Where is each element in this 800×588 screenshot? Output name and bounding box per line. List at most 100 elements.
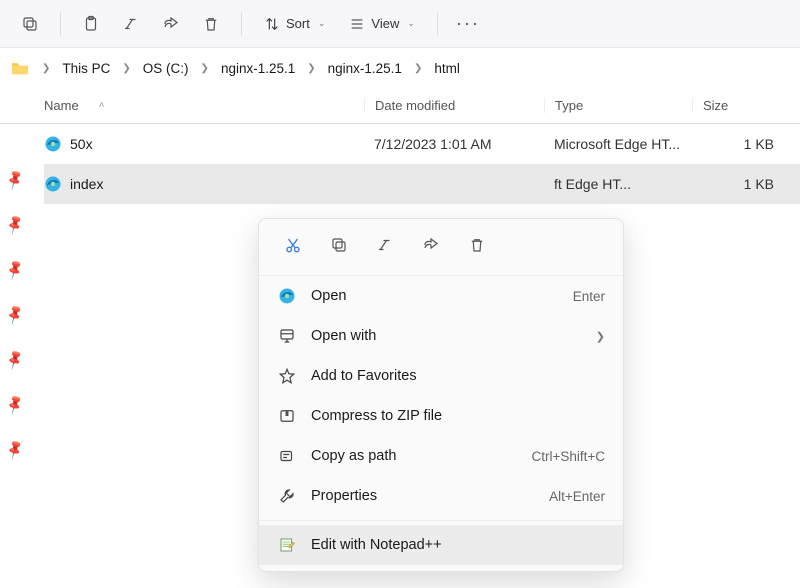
delete-button[interactable] <box>193 6 229 42</box>
view-icon <box>349 16 365 32</box>
column-date[interactable]: Date modified <box>364 98 544 113</box>
context-quick-actions <box>259 219 623 276</box>
pin-icon[interactable]: 📌 <box>3 300 32 327</box>
paste-button[interactable] <box>73 6 109 42</box>
column-size[interactable]: Size <box>692 98 782 113</box>
chevron-down-icon: ⌄ <box>318 18 326 29</box>
ctx-copy-path[interactable]: Copy as path Ctrl+Shift+C <box>259 436 623 476</box>
file-name: index <box>70 176 103 192</box>
breadcrumb-item[interactable]: html <box>430 59 464 78</box>
sort-label: Sort <box>286 16 310 31</box>
quick-access-pins: 📌 📌 📌 📌 📌 📌 📌 <box>0 170 30 457</box>
file-row[interactable]: index ft Edge HT... 1 KB <box>44 164 800 204</box>
file-size: 1 KB <box>692 176 782 192</box>
ctx-properties-label: Properties <box>311 488 377 504</box>
chevron-right-icon: ❯ <box>118 63 134 74</box>
open-with-icon <box>277 327 297 345</box>
ctx-edit-notepadpp[interactable]: Edit with Notepad++ <box>259 525 623 565</box>
sort-caret-icon: ˄ <box>99 100 105 111</box>
breadcrumb: ❯ This PC ❯ OS (C:) ❯ nginx-1.25.1 ❯ ngi… <box>0 48 800 88</box>
rename-icon <box>376 236 394 254</box>
copy-button[interactable] <box>321 229 357 261</box>
breadcrumb-item[interactable]: OS (C:) <box>139 59 193 78</box>
file-name: 50x <box>70 136 93 152</box>
sort-button[interactable]: Sort ⌄ <box>254 6 335 42</box>
folder-icon <box>10 60 30 76</box>
ctx-add-favorites[interactable]: Add to Favorites <box>259 356 623 396</box>
wrench-icon <box>277 487 297 505</box>
rename-button[interactable] <box>367 229 403 261</box>
ctx-open-with-label: Open with <box>311 328 376 344</box>
copy-icon <box>330 236 348 254</box>
ctx-open-with[interactable]: Open with ❯ <box>259 316 623 356</box>
file-list: 50x 7/12/2023 1:01 AM Microsoft Edge HT.… <box>44 124 800 204</box>
zip-icon <box>277 407 297 425</box>
chevron-right-icon: ❯ <box>38 63 54 74</box>
view-button[interactable]: View ⌄ <box>339 6 425 42</box>
new-item-button[interactable] <box>12 6 48 42</box>
ctx-properties[interactable]: Properties Alt+Enter <box>259 476 623 516</box>
column-headers: Name ˄ Date modified Type Size <box>0 88 800 124</box>
column-name[interactable]: Name ˄ <box>44 98 364 113</box>
edge-browser-icon <box>44 175 62 193</box>
pin-icon[interactable]: 📌 <box>3 165 32 192</box>
file-size: 1 KB <box>692 136 782 152</box>
share-button[interactable] <box>153 6 189 42</box>
edge-browser-icon <box>44 135 62 153</box>
chevron-right-icon: ❯ <box>410 63 426 74</box>
breadcrumb-item[interactable]: This PC <box>58 59 114 78</box>
toolbar: Sort ⌄ View ⌄ ··· <box>0 0 800 48</box>
delete-button[interactable] <box>459 229 495 261</box>
pin-icon[interactable]: 📌 <box>3 390 32 417</box>
ctx-npp-label: Edit with Notepad++ <box>311 537 442 553</box>
ctx-zip-label: Compress to ZIP file <box>311 408 442 424</box>
context-menu: Open Enter Open with ❯ Add to Favorites … <box>258 218 624 572</box>
pin-icon[interactable]: 📌 <box>3 345 32 372</box>
share-icon <box>162 15 180 33</box>
trash-icon <box>202 15 220 33</box>
share-icon <box>422 236 440 254</box>
separator <box>60 12 61 36</box>
more-button[interactable]: ··· <box>450 6 486 42</box>
ellipsis-icon: ··· <box>456 13 480 34</box>
file-row[interactable]: 50x 7/12/2023 1:01 AM Microsoft Edge HT.… <box>44 124 800 164</box>
chevron-down-icon: ⌄ <box>407 18 415 29</box>
pin-icon[interactable]: 📌 <box>3 255 32 282</box>
star-icon <box>277 367 297 385</box>
ctx-properties-shortcut: Alt+Enter <box>549 489 605 504</box>
trash-icon <box>468 236 486 254</box>
column-type[interactable]: Type <box>544 98 692 113</box>
pin-icon[interactable]: 📌 <box>3 435 32 462</box>
ctx-compress-zip[interactable]: Compress to ZIP file <box>259 396 623 436</box>
ctx-open[interactable]: Open Enter <box>259 276 623 316</box>
new-item-icon <box>21 15 39 33</box>
separator <box>437 12 438 36</box>
file-date: 7/12/2023 1:01 AM <box>364 136 544 152</box>
ctx-copy-path-label: Copy as path <box>311 448 396 464</box>
ctx-open-shortcut: Enter <box>573 289 605 304</box>
notepadpp-icon <box>277 536 297 554</box>
ctx-copy-path-shortcut: Ctrl+Shift+C <box>531 449 605 464</box>
file-type: ft Edge HT... <box>544 176 692 192</box>
breadcrumb-item[interactable]: nginx-1.25.1 <box>217 59 299 78</box>
cut-icon <box>284 236 302 254</box>
chevron-right-icon: ❯ <box>197 63 213 74</box>
breadcrumb-item[interactable]: nginx-1.25.1 <box>324 59 406 78</box>
paste-icon <box>82 15 100 33</box>
rename-icon <box>122 15 140 33</box>
separator <box>259 520 623 521</box>
separator <box>241 12 242 36</box>
rename-button[interactable] <box>113 6 149 42</box>
chevron-right-icon: ❯ <box>596 330 605 343</box>
pin-icon[interactable]: 📌 <box>3 210 32 237</box>
file-type: Microsoft Edge HT... <box>544 136 692 152</box>
copy-path-icon <box>277 447 297 465</box>
chevron-right-icon: ❯ <box>303 63 319 74</box>
share-button[interactable] <box>413 229 449 261</box>
edge-browser-icon <box>277 287 297 305</box>
column-name-label: Name <box>44 98 79 113</box>
ctx-open-label: Open <box>311 288 346 304</box>
ctx-favorites-label: Add to Favorites <box>311 368 417 384</box>
cut-button[interactable] <box>275 229 311 261</box>
sort-icon <box>264 16 280 32</box>
